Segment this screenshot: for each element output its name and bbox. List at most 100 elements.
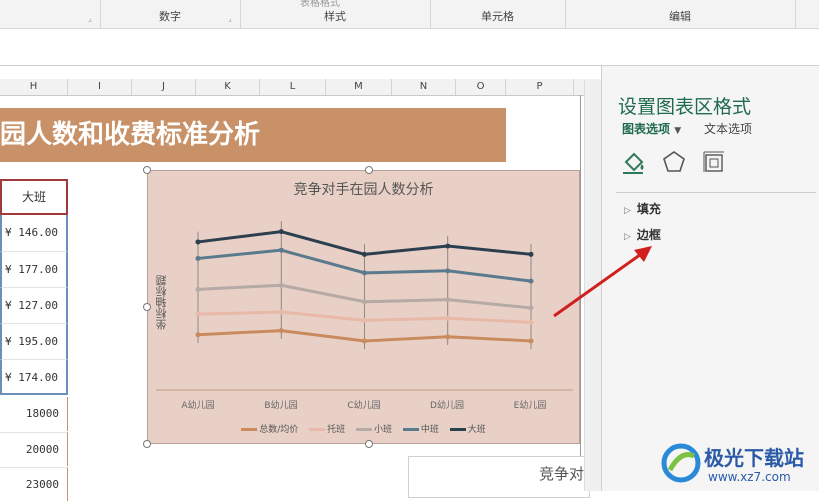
- x-tick-label: E幼儿园: [513, 401, 547, 411]
- resize-handle[interactable]: [143, 303, 151, 311]
- legend-item[interactable]: 总数/均价: [241, 422, 298, 435]
- sheet-banner-title[interactable]: 园人数和收费标准分析: [0, 108, 506, 162]
- ribbon-group-number[interactable]: 数字: [100, 8, 240, 24]
- ribbon-group-editing[interactable]: 编辑: [565, 8, 795, 24]
- panel-title: 设置图表区格式: [618, 96, 752, 118]
- section-label: 填充: [636, 202, 661, 216]
- data-point[interactable]: [528, 338, 534, 344]
- data-point[interactable]: [362, 338, 367, 344]
- size-properties-icon[interactable]: [700, 148, 728, 176]
- legend-item[interactable]: 中班: [402, 422, 439, 435]
- column-header[interactable]: I: [68, 79, 132, 95]
- section-fill[interactable]: ▷ 填充: [624, 200, 661, 217]
- data-point[interactable]: [278, 282, 284, 288]
- fee-cell[interactable]: ¥ 195.00: [0, 323, 68, 359]
- second-chart[interactable]: 竞争对: [408, 456, 590, 498]
- resize-handle[interactable]: [143, 440, 151, 448]
- data-point[interactable]: [278, 229, 284, 235]
- chart-area[interactable]: 竞争对手在园人数分析 坐标轴标题 A幼儿园 B幼儿园 C幼儿园 D幼儿园 E幼儿…: [147, 170, 580, 444]
- fee-cell[interactable]: ¥ 177.00: [0, 251, 68, 287]
- data-point[interactable]: [278, 247, 284, 253]
- data-point[interactable]: [362, 270, 367, 276]
- ribbon-separator: [795, 0, 796, 28]
- data-point[interactable]: [362, 251, 367, 257]
- legend-label: 大班: [467, 425, 486, 435]
- data-point[interactable]: [195, 255, 201, 261]
- panel-divider: [616, 192, 816, 193]
- header-cell-big-class[interactable]: 大班: [0, 179, 68, 215]
- tab-label: 图表选项: [622, 122, 671, 136]
- dialog-launcher-icon[interactable]: ⌟: [88, 14, 92, 23]
- column-header[interactable]: M: [326, 79, 392, 95]
- data-point[interactable]: [528, 305, 534, 311]
- formula-bar[interactable]: [0, 29, 819, 66]
- chart-legend[interactable]: 总数/均价 托班 小班 中班 大班: [148, 422, 579, 435]
- column-header[interactable]: H: [0, 79, 68, 95]
- data-point[interactable]: [278, 328, 284, 334]
- watermark: 极光下载站 www.xz7.com: [660, 440, 815, 488]
- ribbon-group-cells[interactable]: 单元格: [430, 8, 565, 24]
- count-cell[interactable]: 23000: [0, 467, 68, 501]
- x-tick-label: D幼儿园: [430, 401, 464, 411]
- data-point[interactable]: [528, 278, 534, 284]
- count-cell[interactable]: 20000: [0, 432, 68, 466]
- watermark-url: www.xz7.com: [708, 470, 791, 484]
- data-point[interactable]: [528, 251, 534, 257]
- column-header[interactable]: L: [260, 79, 326, 95]
- legend-item[interactable]: 托班: [309, 422, 345, 435]
- data-point[interactable]: [362, 299, 367, 305]
- data-point[interactable]: [278, 309, 284, 315]
- second-chart-title: 竞争对: [539, 465, 585, 483]
- logo-icon: [661, 443, 701, 483]
- fill-bucket-icon[interactable]: [620, 148, 648, 176]
- x-tick-label: B幼儿园: [264, 401, 298, 411]
- ribbon: 表格格式 数字 ⌟ ⌟ 样式 单元格 编辑: [0, 0, 819, 29]
- column-header[interactable]: N: [392, 79, 456, 95]
- legend-label: 小班: [374, 425, 393, 435]
- chevron-right-icon: ▷: [624, 206, 631, 216]
- column-header-row: H I J K L M N O P: [0, 79, 600, 96]
- legend-swatch: [402, 428, 419, 431]
- tab-text-options[interactable]: 文本选项: [704, 120, 752, 137]
- legend-label: 托班: [327, 425, 346, 435]
- data-point[interactable]: [445, 297, 451, 303]
- x-tick-label: A幼儿园: [181, 401, 215, 411]
- legend-label: 总数/均价: [259, 425, 299, 435]
- dialog-launcher-icon[interactable]: ⌟: [228, 14, 232, 23]
- resize-handle[interactable]: [365, 166, 373, 174]
- chevron-down-icon[interactable]: ▼: [674, 126, 681, 136]
- fee-cell[interactable]: ¥ 127.00: [0, 287, 68, 323]
- legend-item[interactable]: 小班: [356, 422, 392, 435]
- column-header[interactable]: O: [456, 79, 506, 95]
- legend-swatch: [449, 428, 466, 431]
- data-point[interactable]: [195, 332, 201, 338]
- data-point[interactable]: [445, 315, 451, 321]
- legend-swatch: [356, 428, 372, 431]
- resize-handle[interactable]: [365, 440, 373, 448]
- annotation-arrow: [553, 246, 652, 318]
- resize-handle[interactable]: [143, 166, 151, 174]
- data-point[interactable]: [195, 311, 201, 317]
- watermark-name: 极光下载站: [704, 446, 804, 470]
- column-header[interactable]: P: [506, 79, 574, 95]
- legend-label: 中班: [420, 425, 439, 435]
- legend-swatch: [241, 428, 258, 431]
- data-point[interactable]: [445, 268, 451, 274]
- legend-swatch: [309, 428, 326, 431]
- ribbon-group-styles[interactable]: 样式: [240, 8, 430, 24]
- x-tick-label: C幼儿园: [347, 401, 381, 411]
- pentagon-icon[interactable]: [660, 148, 688, 176]
- data-point[interactable]: [195, 239, 201, 245]
- column-header[interactable]: J: [132, 79, 196, 95]
- fee-cell[interactable]: ¥ 174.00: [0, 359, 68, 395]
- tab-chart-options[interactable]: 图表选项 ▼: [622, 120, 681, 137]
- fee-cell[interactable]: ¥ 146.00: [0, 215, 68, 251]
- data-point[interactable]: [445, 243, 451, 249]
- count-cell[interactable]: 18000: [0, 397, 68, 431]
- legend-item[interactable]: 大班: [449, 422, 486, 435]
- column-header[interactable]: K: [196, 79, 260, 95]
- data-point[interactable]: [195, 286, 201, 292]
- data-point[interactable]: [528, 319, 534, 325]
- data-point[interactable]: [445, 334, 451, 340]
- data-point[interactable]: [362, 317, 367, 323]
